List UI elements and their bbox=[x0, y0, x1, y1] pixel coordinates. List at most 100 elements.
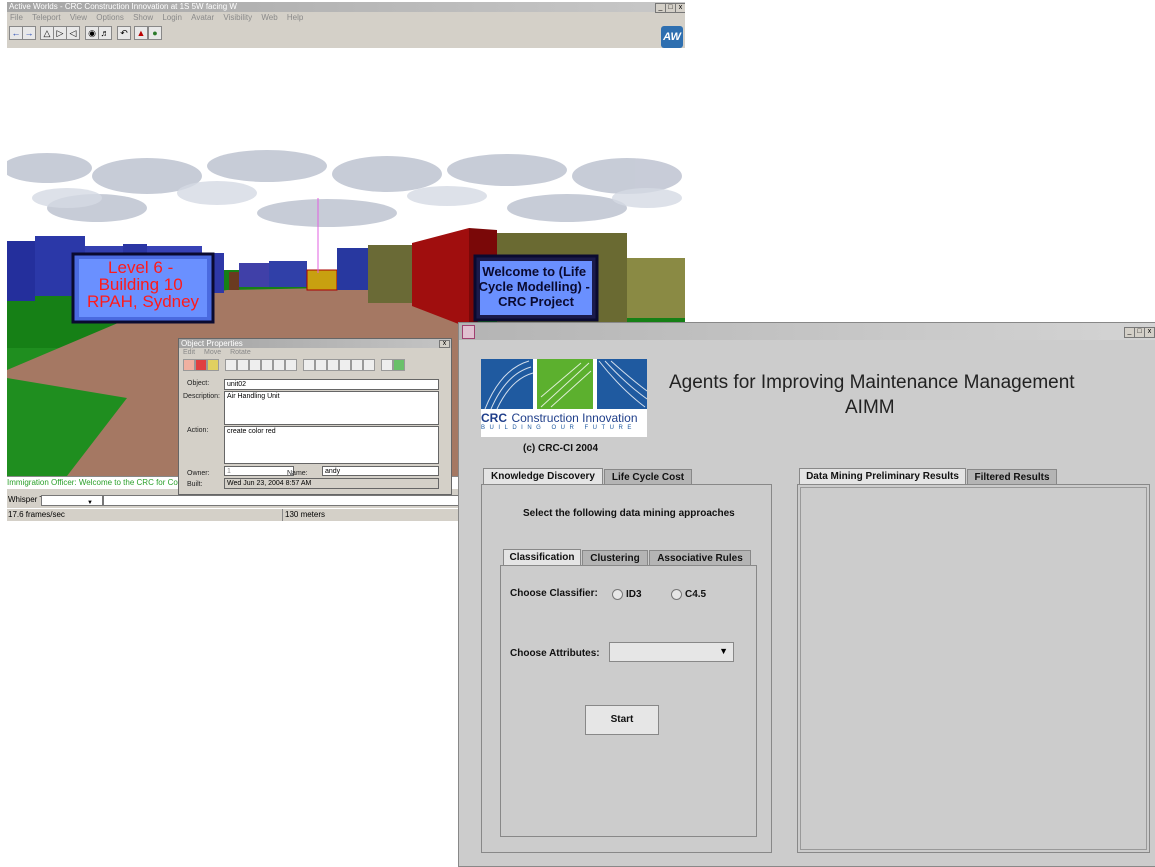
rotate-icon[interactable] bbox=[363, 359, 375, 371]
tab-knowledge-discovery[interactable]: Knowledge Discovery bbox=[483, 468, 603, 484]
delete-icon[interactable] bbox=[195, 359, 207, 371]
java-app-icon bbox=[462, 325, 475, 339]
attributes-label: Choose Attributes: bbox=[510, 648, 600, 659]
description-label: Description: bbox=[183, 393, 220, 400]
sign-left-line3: RPAH, Sydney bbox=[87, 292, 200, 311]
object-field[interactable]: unit02 bbox=[224, 379, 439, 390]
action-field[interactable]: create color red bbox=[224, 426, 439, 464]
menu-web[interactable]: Web bbox=[261, 13, 277, 22]
tab-classification[interactable]: Classification bbox=[503, 549, 581, 565]
owner-value: 1 bbox=[227, 468, 231, 475]
app-acronym: AIMM bbox=[845, 397, 895, 418]
tab-data-mining-preliminary-results[interactable]: Data Mining Preliminary Results bbox=[799, 468, 966, 484]
undo-icon[interactable]: ↶ bbox=[117, 26, 131, 40]
results-area bbox=[800, 487, 1147, 850]
radio-id3[interactable] bbox=[612, 589, 623, 600]
forward-arrow-icon[interactable]: → bbox=[22, 26, 36, 40]
built-field: Wed Jun 23, 2004 8:57 AM bbox=[224, 478, 439, 489]
logo-crc: CRC bbox=[481, 411, 507, 425]
op-tool-icon[interactable] bbox=[183, 359, 195, 371]
aimm-title-bar bbox=[459, 323, 1155, 340]
menu-teleport[interactable]: Teleport bbox=[32, 13, 60, 22]
op-menu-move[interactable]: Move bbox=[204, 349, 221, 356]
op-tool-icon[interactable] bbox=[381, 359, 393, 371]
logo-construction-innovation: Construction Innovation bbox=[511, 411, 638, 425]
gesture-icon[interactable]: ♬ bbox=[98, 26, 112, 40]
start-button[interactable]: Start bbox=[585, 705, 659, 735]
camera-icon[interactable]: ◉ bbox=[85, 26, 99, 40]
rotate-icon[interactable] bbox=[315, 359, 327, 371]
owner-field: 1 bbox=[224, 466, 294, 476]
sign-right-line1: Welcome to (Life bbox=[482, 264, 586, 279]
aimm-window: _ □ x CRC Construction Innovation BUILDI… bbox=[458, 322, 1155, 867]
op-title-bar: Object Properties bbox=[179, 339, 451, 348]
view-front-icon[interactable]: ◁ bbox=[66, 26, 80, 40]
tab-filtered-results[interactable]: Filtered Results bbox=[967, 469, 1057, 484]
action-value: create color red bbox=[227, 428, 276, 435]
tab-life-cycle-cost[interactable]: Life Cycle Cost bbox=[604, 469, 692, 484]
op-title-text: Object Properties bbox=[181, 339, 243, 348]
description-field[interactable]: Air Handling Unit bbox=[224, 391, 439, 425]
description-value: Air Handling Unit bbox=[227, 393, 280, 400]
results-panel bbox=[797, 484, 1150, 853]
radio-c45-label: C4.5 bbox=[685, 589, 707, 600]
menu-show[interactable]: Show bbox=[133, 13, 153, 22]
tab-associative-rules[interactable]: Associative Rules bbox=[649, 550, 751, 565]
aw-title-bar: Active Worlds - CRC Construction Innovat… bbox=[7, 2, 685, 12]
chevron-down-icon: ▼ bbox=[719, 646, 728, 656]
op-menu-edit[interactable]: Edit bbox=[183, 349, 195, 356]
built-value: Wed Jun 23, 2004 8:57 AM bbox=[227, 480, 312, 487]
whisper-select[interactable] bbox=[41, 495, 103, 506]
move-icon[interactable] bbox=[237, 359, 249, 371]
globe-icon[interactable]: ● bbox=[148, 26, 162, 40]
attributes-dropdown[interactable]: ▼ bbox=[609, 642, 734, 662]
op-menu-rotate[interactable]: Rotate bbox=[230, 349, 251, 356]
sign-right-line2: Cycle Modelling) - bbox=[479, 279, 590, 294]
fps-readout: 17.6 frames/sec bbox=[8, 510, 65, 519]
instruction-text: Select the following data mining approac… bbox=[523, 508, 735, 519]
object-label: Object: bbox=[187, 380, 210, 387]
back-arrow-icon[interactable]: ← bbox=[9, 26, 23, 40]
menu-file[interactable]: File bbox=[10, 13, 23, 22]
app-heading: Agents for Improving Maintenance Managem… bbox=[669, 372, 1075, 393]
build-icon[interactable]: ▲ bbox=[134, 26, 148, 40]
classification-panel bbox=[500, 565, 757, 837]
sign-right-line3: CRC Project bbox=[498, 294, 575, 309]
aw-title-text: Active Worlds - CRC Construction Innovat… bbox=[9, 2, 237, 11]
move-icon[interactable] bbox=[261, 359, 273, 371]
rotate-icon[interactable] bbox=[339, 359, 351, 371]
object-properties-dialog: Object Properties x Edit Move Rotate Obj… bbox=[178, 338, 452, 495]
owner-label: Owner: bbox=[187, 470, 210, 477]
name-label: Name: bbox=[287, 470, 308, 477]
rotate-icon[interactable] bbox=[351, 359, 363, 371]
aw-toolbar: ← → △ ▷ ◁ ◉ ♬ ↶ ▲ ● bbox=[7, 23, 685, 43]
menu-visibility[interactable]: Visibility bbox=[223, 13, 252, 22]
chat-message: Immigration Officer: Welcome to the CRC … bbox=[7, 478, 181, 487]
rotate-icon[interactable] bbox=[327, 359, 339, 371]
op-close-icon[interactable]: x bbox=[439, 340, 450, 348]
move-icon[interactable] bbox=[249, 359, 261, 371]
close-icon[interactable]: x bbox=[1144, 327, 1155, 338]
menu-options[interactable]: Options bbox=[96, 13, 124, 22]
view-first-person-icon[interactable]: △ bbox=[40, 26, 54, 40]
radio-id3-label: ID3 bbox=[626, 589, 642, 600]
tab-clustering[interactable]: Clustering bbox=[582, 550, 648, 565]
radio-c45[interactable] bbox=[671, 589, 682, 600]
rotate-icon[interactable] bbox=[303, 359, 315, 371]
menu-login[interactable]: Login bbox=[162, 13, 182, 22]
aw-logo-icon: AW bbox=[661, 26, 683, 48]
menu-view[interactable]: View bbox=[70, 13, 87, 22]
op-tool-icon[interactable] bbox=[207, 359, 219, 371]
action-label: Action: bbox=[187, 427, 209, 434]
menu-avatar[interactable]: Avatar bbox=[191, 13, 214, 22]
menu-help[interactable]: Help bbox=[287, 13, 303, 22]
move-icon[interactable] bbox=[273, 359, 285, 371]
copyright: (c) CRC-CI 2004 bbox=[523, 443, 599, 454]
distance-readout: 130 meters bbox=[282, 509, 325, 521]
aw-menu-bar: File Teleport View Options Show Login Av… bbox=[7, 12, 685, 23]
move-icon[interactable] bbox=[225, 359, 237, 371]
move-icon[interactable] bbox=[285, 359, 297, 371]
classifier-label: Choose Classifier: bbox=[510, 588, 598, 599]
save-icon[interactable] bbox=[393, 359, 405, 371]
view-third-person-icon[interactable]: ▷ bbox=[53, 26, 67, 40]
